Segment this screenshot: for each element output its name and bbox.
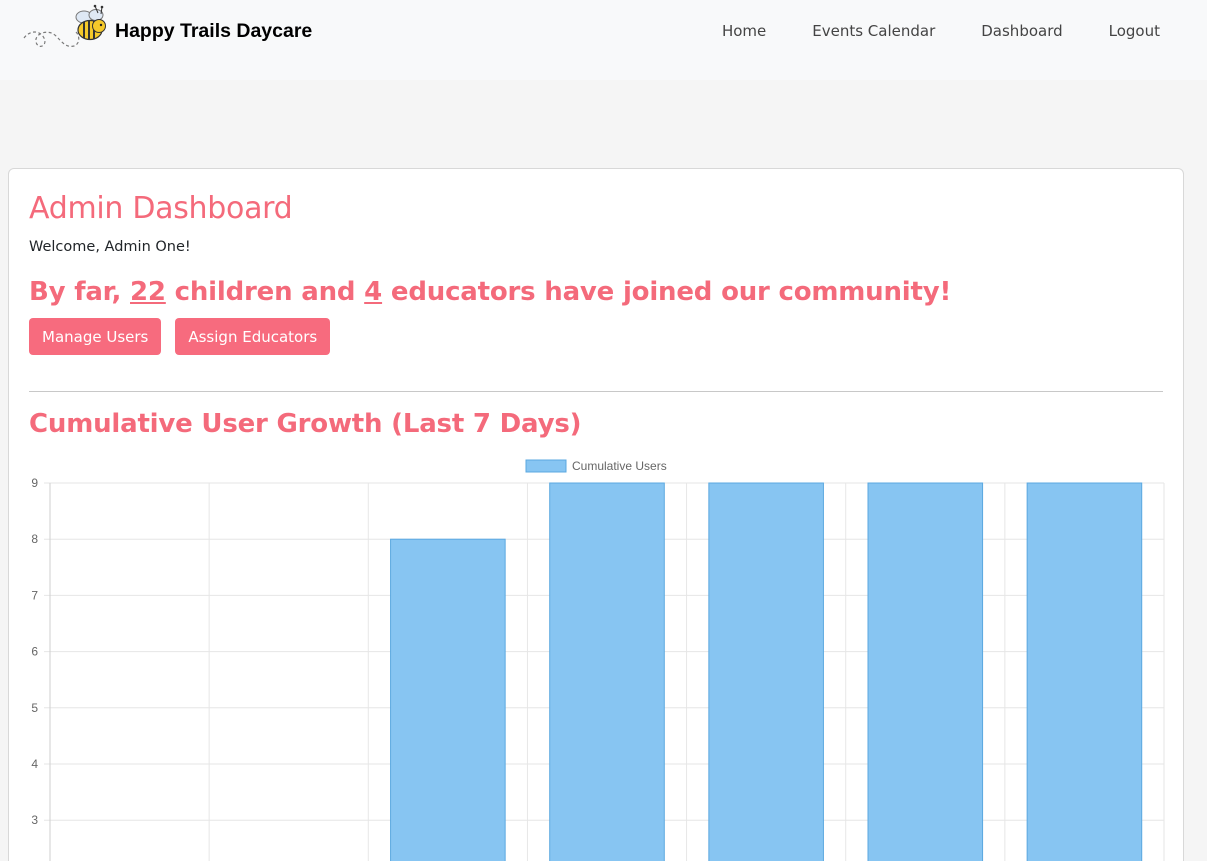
y-tick-label: 8: [31, 532, 38, 546]
nav-link-events-calendar[interactable]: Events Calendar: [789, 20, 958, 42]
y-tick-label: 5: [31, 701, 38, 715]
chart-bar: [390, 538, 506, 861]
y-tick-label: 7: [31, 588, 38, 602]
community-mid: children and: [165, 277, 365, 307]
y-tick-label: 9: [31, 476, 38, 490]
community-prefix: By far,: [29, 277, 131, 307]
user-growth-chart: 9 8 7 6 5 4 3 Cumulative Users: [31, 459, 1165, 861]
chart-bar: [708, 482, 824, 861]
chart-title: Cumulative User Growth (Last 7 Days): [29, 409, 582, 439]
manage-users-button[interactable]: Manage Users: [29, 318, 162, 355]
chart-bar: [867, 482, 984, 861]
section-divider: [29, 391, 1163, 392]
brand-name: Happy Trails Daycare: [115, 19, 313, 42]
chart-bar: [1026, 482, 1143, 861]
educators-count: 4: [364, 277, 383, 307]
nav-links: Home Events Calendar Dashboard Logout: [699, 20, 1160, 42]
y-tick-label: 4: [31, 757, 38, 771]
y-tick-label: 6: [31, 645, 38, 659]
bee-logo-icon: [23, 4, 106, 47]
community-suffix: educators have joined our community!: [382, 277, 952, 307]
welcome-message: Welcome, Admin One!: [29, 239, 191, 255]
nav-link-dashboard[interactable]: Dashboard: [958, 20, 1085, 42]
action-buttons: Manage Users Assign Educators: [29, 318, 331, 355]
y-tick-label: 3: [31, 813, 38, 827]
legend-label: Cumulative Users: [572, 459, 667, 473]
assign-educators-button[interactable]: Assign Educators: [175, 318, 331, 355]
chart-bar: [549, 482, 665, 861]
children-count: 22: [130, 277, 166, 307]
page-title: Admin Dashboard: [29, 191, 293, 226]
legend-swatch: [525, 459, 567, 473]
nav-link-home[interactable]: Home: [699, 20, 789, 42]
community-summary: By far, 22 children and 4 educators have…: [29, 277, 951, 307]
navbar: Happy Trails Daycare Home Events Calenda…: [0, 0, 1207, 80]
brand-logo-link[interactable]: Happy Trails Daycare: [22, 4, 312, 58]
nav-link-logout[interactable]: Logout: [1086, 20, 1160, 42]
dashboard-card: Admin Dashboard Welcome, Admin One! By f…: [8, 168, 1184, 861]
